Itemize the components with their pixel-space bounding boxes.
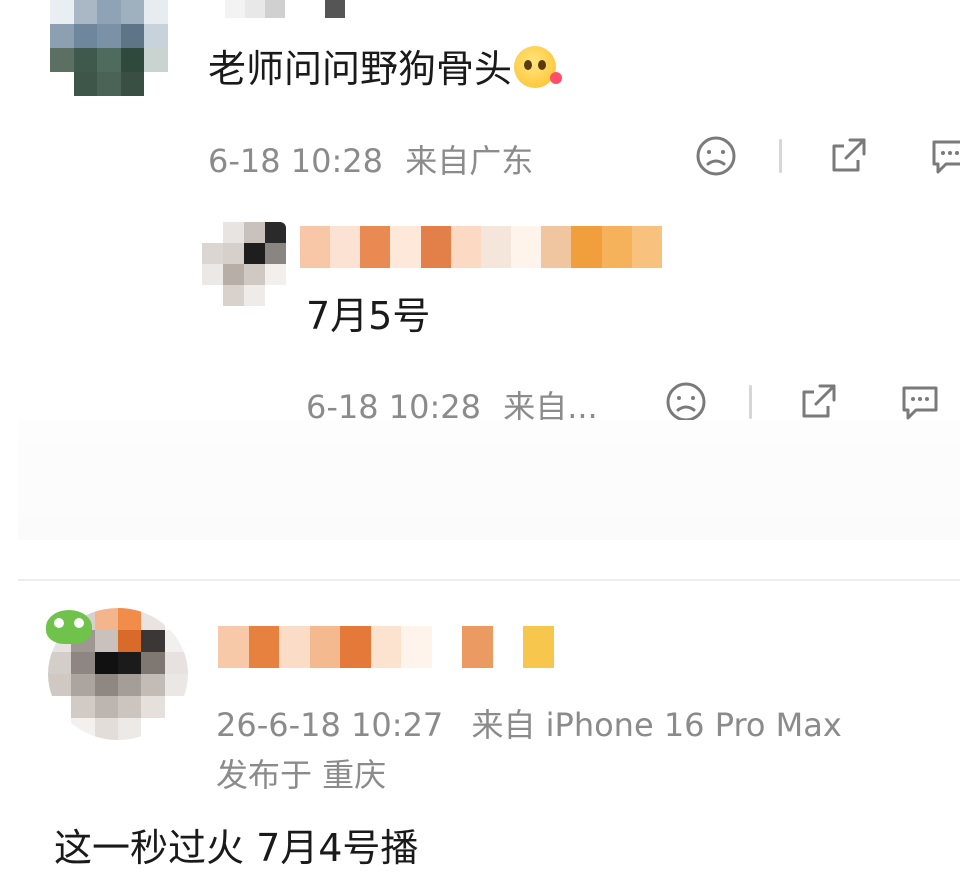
share-icon[interactable] [826, 134, 870, 178]
hug-face-emoji [514, 46, 563, 88]
comment-icon[interactable] [898, 380, 942, 424]
post-text: 这一秒过火 7月4号播 [54, 826, 419, 870]
comment-location: 来自广东 [405, 142, 534, 180]
comment-text-content: 老师问问野狗骨头 [208, 47, 513, 91]
comment-text: 老师问问野狗骨头 [208, 46, 563, 93]
faded-hidden-row [18, 420, 960, 540]
action-divider [749, 385, 752, 419]
comment-meta: 6-18 10:28 来自广东 [208, 136, 533, 182]
action-divider [779, 139, 782, 173]
commenter-avatar[interactable] [50, 0, 168, 96]
sad-face-icon[interactable] [664, 380, 708, 424]
post-time: 26-6-18 10:27 [216, 706, 444, 744]
weibo-comment-screen: 老师问问野狗骨头 6-18 10:28 来自广东 7月5号 6-18 10:28… [0, 0, 960, 894]
sad-face-icon[interactable] [694, 134, 738, 178]
section-divider [18, 579, 960, 581]
replier-name-blurred[interactable] [300, 226, 662, 268]
reply-text: 7月5号 [306, 294, 431, 338]
post-device: 来自 iPhone 16 Pro Max [471, 706, 842, 744]
comment-time: 6-18 10:28 [208, 142, 384, 180]
share-icon[interactable] [796, 380, 840, 424]
post-location: 发布于 重庆 [216, 756, 387, 794]
replier-avatar[interactable] [202, 222, 286, 306]
commenter-name-blurred[interactable] [225, 0, 365, 18]
frog-badge-icon [46, 610, 92, 644]
poster-name-blurred[interactable] [218, 626, 554, 668]
comment-icon[interactable] [928, 134, 960, 178]
post-meta-line1: 26-6-18 10:27 来自 iPhone 16 Pro Max [216, 700, 842, 746]
